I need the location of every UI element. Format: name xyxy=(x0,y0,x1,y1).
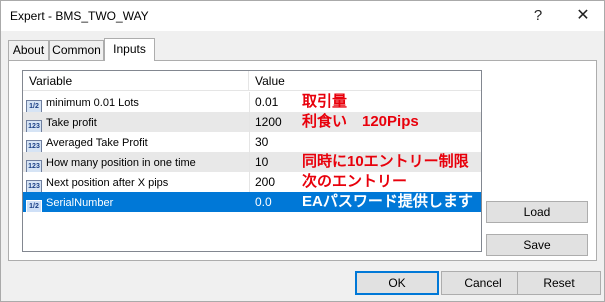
value-cell[interactable]: 10 xyxy=(255,152,295,172)
value-cell[interactable]: 0.01 xyxy=(255,92,295,112)
variable-name: minimum 0.01 Lots xyxy=(46,97,139,109)
column-divider xyxy=(249,192,250,212)
variable-cell: 123 Next position after X pips xyxy=(26,172,249,192)
title-bar: Expert - BMS_TWO_WAY ? ✕ xyxy=(1,1,604,31)
variable-name: Take profit xyxy=(46,117,97,129)
column-divider xyxy=(249,112,250,132)
variable-cell: 1/2 minimum 0.01 Lots xyxy=(26,92,249,112)
tab-about[interactable]: About xyxy=(8,40,49,60)
tab-common[interactable]: Common xyxy=(49,40,104,60)
column-divider xyxy=(249,172,250,192)
annotation-note: 次のエントリー xyxy=(302,173,408,190)
table-row[interactable]: 123 Next position after X pips 200 次のエントリ… xyxy=(23,172,481,192)
ok-button[interactable]: OK xyxy=(355,271,439,295)
window-title: Expert - BMS_TWO_WAY xyxy=(10,9,149,23)
close-icon[interactable]: ✕ xyxy=(566,1,600,31)
variable-cell: 123 How many position in one time xyxy=(26,152,249,172)
help-icon[interactable]: ? xyxy=(521,1,555,31)
column-divider xyxy=(249,132,250,152)
double-type-icon: 1/2 xyxy=(26,100,42,112)
cancel-button[interactable]: Cancel xyxy=(441,271,525,295)
annotation-note: 取引量 xyxy=(302,93,348,110)
save-button[interactable]: Save xyxy=(486,234,588,256)
annotation-note: EAパスワード提供します xyxy=(302,193,473,210)
load-button[interactable]: Load xyxy=(486,201,588,223)
integer-type-icon: 123 xyxy=(26,180,42,192)
variable-name: How many position in one time xyxy=(46,157,196,169)
integer-type-icon: 123 xyxy=(26,120,42,132)
table-row-selected[interactable]: 1/2 SerialNumber 0.0 EAパスワード提供します xyxy=(23,192,481,212)
tab-inputs[interactable]: Inputs xyxy=(104,38,155,61)
table-row[interactable]: 123 How many position in one time 10 同時に1… xyxy=(23,152,481,172)
table-row[interactable]: 1/2 minimum 0.01 Lots 0.01 取引量 xyxy=(23,92,481,112)
variable-name: Averaged Take Profit xyxy=(46,137,148,149)
variable-cell: 1/2 SerialNumber xyxy=(26,192,249,212)
column-header-value[interactable]: Value xyxy=(249,71,481,91)
annotation-note: 同時に10エントリー制限 xyxy=(302,153,469,170)
double-type-icon: 1/2 xyxy=(26,200,42,212)
variable-name: Next position after X pips xyxy=(46,177,169,189)
integer-type-icon: 123 xyxy=(26,160,42,172)
value-cell[interactable]: 30 xyxy=(255,132,295,152)
column-header-variable[interactable]: Variable xyxy=(23,71,249,91)
inputs-grid: Variable Value 1/2 minimum 0.01 Lots 0.01… xyxy=(22,70,482,252)
column-divider xyxy=(249,92,250,112)
reset-button[interactable]: Reset xyxy=(517,271,601,295)
value-cell[interactable]: 200 xyxy=(255,172,295,192)
column-divider xyxy=(249,152,250,172)
integer-type-icon: 123 xyxy=(26,140,42,152)
variable-cell: 123 Averaged Take Profit xyxy=(26,132,249,152)
table-row[interactable]: 123 Take profit 1200 利食い 120Pips xyxy=(23,112,481,132)
annotation-note: 利食い 120Pips xyxy=(302,113,419,130)
variable-name: SerialNumber xyxy=(46,197,114,209)
expert-dialog: Expert - BMS_TWO_WAY ? ✕ About Common In… xyxy=(0,0,605,302)
table-row[interactable]: 123 Averaged Take Profit 30 xyxy=(23,132,481,152)
variable-cell: 123 Take profit xyxy=(26,112,249,132)
grid-header: Variable Value xyxy=(23,71,481,91)
value-cell[interactable]: 0.0 xyxy=(255,192,295,212)
inputs-panel: Variable Value 1/2 minimum 0.01 Lots 0.01… xyxy=(8,60,597,261)
value-cell[interactable]: 1200 xyxy=(255,112,295,132)
